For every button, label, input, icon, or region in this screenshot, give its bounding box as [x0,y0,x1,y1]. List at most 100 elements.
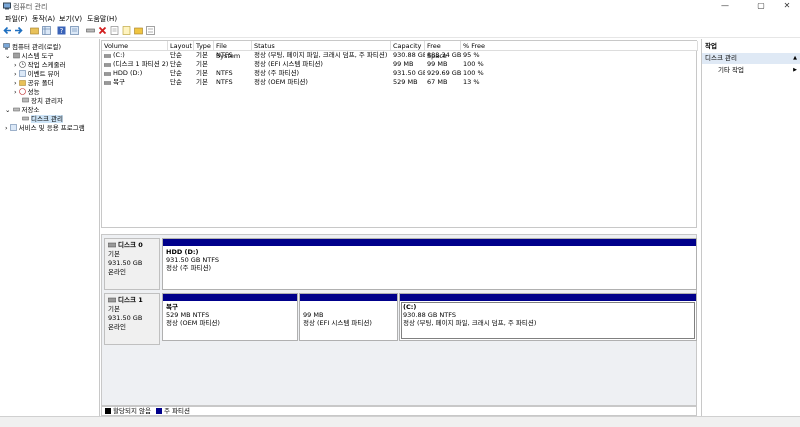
partition-title: (C:) [403,303,417,311]
tree-item-shared-folders[interactable]: › 공유 폴더 [14,77,54,87]
tree-item-event-viewer[interactable]: › 이벤트 뷰어 [14,68,60,78]
partition-title: 복구 [166,303,178,311]
partition-efi[interactable]: 99 MB 정상 (EFI 시스템 파티션) [299,293,398,341]
disk-graphical-view: 디스크 0 기본 931.50 GB 온라인 HDD (D:) 931.50 G… [101,234,697,406]
delete-icon[interactable] [98,26,107,35]
menu-file[interactable]: 파일(F) [5,14,27,24]
tree-item-performance[interactable]: › 성능 [14,86,40,96]
tree-item-disk-management[interactable]: 디스크 관리 [22,113,63,123]
table-cell: 기본 [196,60,208,68]
title-bar: 컴퓨터 관리 — ▢ ✕ [0,0,800,12]
disk-management-icon [22,116,29,121]
column-header-percent-free[interactable]: % Free [461,41,698,51]
column-header-type[interactable]: Type [194,41,214,51]
table-cell: 929.69 GB [427,69,461,77]
open-icon[interactable] [134,26,143,35]
back-icon[interactable] [3,26,12,35]
tree-item-task-scheduler[interactable]: › 작업 스케줄러 [14,59,66,69]
volume-icon [104,81,111,85]
disk-state: 온라인 [108,323,126,331]
partition-recovery[interactable]: 복구 529 MB NTFS 정상 (OEM 파티션) [162,293,298,341]
actions-section-disk-management[interactable]: 디스크 관리 ▲ [702,53,800,64]
network-drive-icon[interactable] [86,26,95,35]
menu-action[interactable]: 동작(A) [32,14,55,24]
folder-icon[interactable] [30,26,39,35]
column-header-volume[interactable]: Volume [102,41,168,51]
column-header-capacity[interactable]: Capacity [391,41,425,51]
navigation-tree: 컴퓨터 관리(로컬) ⌄ 시스템 도구 › 작업 스케줄러 › 이벤트 뷰어 ›… [0,39,100,416]
disk-name-row: 디스크 1 [107,296,156,305]
computer-management-icon [3,2,11,10]
table-cell: 단순 [170,51,182,59]
menu-view[interactable]: 보기(V) [59,14,82,24]
menu-help[interactable]: 도움말(H) [87,14,117,24]
collapse-arrow-icon[interactable]: ▲ [793,53,797,64]
table-cell: 13 % [463,78,480,86]
close-button[interactable]: ✕ [772,0,800,12]
legend-primary: 주 파티션 [164,407,191,415]
status-bar [0,416,800,427]
disk-name: 디스크 0 [118,241,143,249]
minimize-button[interactable]: — [710,0,740,12]
collapse-arrow-icon[interactable]: ⌄ [5,106,13,114]
tree-icon[interactable] [146,26,155,35]
table-cell[interactable]: HDD (D:) [111,69,168,78]
partition-hdd-d[interactable]: HDD (D:) 931.50 GB NTFS 정상 (주 파티션) [162,238,697,290]
submenu-arrow-icon: ▶ [793,67,797,73]
column-header-status[interactable]: Status [252,41,391,51]
disk-state: 온라인 [108,268,126,276]
tree-item-storage[interactable]: ⌄ 저장소 [5,104,39,114]
tree-item-computer-management[interactable]: 컴퓨터 관리(로컬) [3,41,61,51]
event-viewer-icon [18,70,26,77]
column-header-layout[interactable]: Layout [168,41,194,51]
table-cell: 931.50 GB [393,69,425,77]
partition-title: HDD (D:) [166,248,199,256]
volume-icon [104,54,111,58]
shared-folder-icon [18,80,26,86]
partition-size: 99 MB [303,311,324,319]
storage-icon [12,107,20,112]
column-header-file-system[interactable]: File System [214,41,252,60]
properties-icon[interactable] [110,26,119,35]
table-cell: 정상 (EFI 시스템 파티션) [254,60,323,68]
grid-icon[interactable] [42,26,51,35]
disk-info-1[interactable]: 디스크 1 기본 931.50 GB 온라인 [104,293,160,345]
tree-label: 서비스 및 응용 프로그램 [18,124,85,132]
partition-size: 529 MB NTFS [166,311,210,319]
actions-more-actions[interactable]: 기타 작업 ▶ [702,65,800,76]
tools-icon [12,52,20,59]
table-cell: 단순 [170,69,182,77]
performance-icon [18,88,26,95]
table-cell: 99 MB [393,60,414,68]
partition-c[interactable]: (C:) 930.88 GB NTFS 정상 (부팅, 페이지 파일, 크래시 … [399,293,697,341]
actions-section-label: 디스크 관리 [705,54,737,62]
menu-bar: 파일(F) 동작(A) 보기(V) 도움말(H) [0,12,800,24]
help-icon[interactable]: ? [57,26,66,35]
tree-item-device-manager[interactable]: 장치 관리자 [22,95,63,105]
volume-table: Volume Layout Type File System Status Ca… [101,40,698,228]
forward-icon[interactable] [14,26,23,35]
partition-status: 정상 (부팅, 페이지 파일, 크래시 덤프, 주 파티션) [403,319,537,327]
console-icon[interactable] [70,26,79,35]
tree-item-system-tools[interactable]: ⌄ 시스템 도구 [5,50,53,60]
table-cell[interactable]: (디스크 1 파티션 2) [111,60,168,69]
toolbar: ? [0,24,800,38]
disk-info-0[interactable]: 디스크 0 기본 931.50 GB 온라인 [104,238,160,290]
partition-size: 931.50 GB NTFS [166,256,219,264]
new-icon[interactable] [122,26,131,35]
table-cell: NTFS [216,69,233,77]
tree-item-services-applications[interactable]: › 서비스 및 응용 프로그램 [5,122,85,132]
table-cell: NTFS [216,51,233,59]
primary-partition-bar [163,294,297,301]
disk-name-row: 디스크 0 [107,241,156,250]
table-cell: 정상 (주 파티션) [254,69,300,77]
table-cell[interactable]: 복구 [111,78,168,87]
table-cell[interactable]: (C:) [111,51,168,60]
partition-title [303,303,394,311]
disk-type: 기본 [108,305,120,313]
table-cell: 888.34 GB [427,51,461,59]
collapse-arrow-icon[interactable]: ⌄ [5,52,13,60]
table-cell: 기본 [196,51,208,59]
disk-size: 931.50 GB [108,314,143,322]
column-header-free-space[interactable]: Free Space [425,41,461,60]
